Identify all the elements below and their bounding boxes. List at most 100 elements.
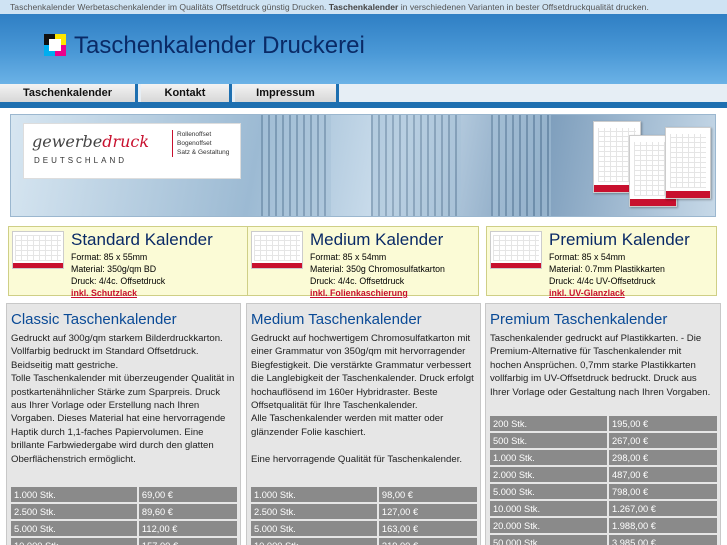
- brand-country: DEUTSCHLAND: [34, 156, 128, 165]
- price-quantity: 1.000 Stk.: [490, 450, 609, 465]
- price-amount: 298,00 €: [609, 450, 717, 465]
- price-quantity: 10.000 Stk.: [11, 538, 139, 545]
- price-amount: 112,00 €: [138, 521, 237, 536]
- medium-column: Medium Taschenkalender Gedruckt auf hoch…: [246, 303, 481, 545]
- offer-medium[interactable]: Medium Kalender Format: 85 x 54mm Materi…: [247, 226, 479, 298]
- site-header: Taschenkalender Druckerei: [0, 14, 727, 84]
- price-amount: 69,00 €: [138, 487, 237, 502]
- price-amount: 487,00 €: [609, 467, 717, 482]
- price-amount: 219,00 €: [378, 538, 477, 545]
- price-quantity: 2.500 Stk.: [251, 504, 379, 519]
- column-title: Classic Taschenkalender: [11, 311, 177, 328]
- price-amount: 1.988,00 €: [609, 518, 717, 533]
- price-quantity: 1.000 Stk.: [11, 487, 139, 502]
- banner-building-graphic: [261, 115, 331, 216]
- price-quantity: 1.000 Stk.: [251, 487, 379, 502]
- price-row: 10.000 Stk.219,00 €: [251, 538, 477, 545]
- price-amount: 3.985,00 €: [609, 535, 717, 545]
- price-table-body: 1.000 Stk. 98,00 € 2.500 Stk. 127,00 € 5.000…: [251, 487, 477, 545]
- offer-title[interactable]: Standard Kalender: [71, 230, 213, 250]
- nav-item-kontakt[interactable]: Kontakt: [141, 84, 232, 104]
- classic-column: Classic Taschenkalender Gedruckt auf 300…: [6, 303, 241, 545]
- price-row: 50.000 Stk. 3.985,00 €: [490, 535, 717, 545]
- price-row: 20.000 Stk. 1.988,00 €: [490, 518, 717, 533]
- offer-extra: inkl. UV-Glanzlack: [549, 288, 625, 298]
- price-amount: 163,00 €: [378, 521, 477, 536]
- top-tagline: Taschenkalender Werbetaschenkalender im …: [0, 0, 727, 14]
- brand-name: gewerbedruck: [32, 132, 150, 151]
- nav-item-taschenkalender[interactable]: Taschenkalender: [0, 84, 138, 104]
- price-quantity: 2.500 Stk.: [11, 504, 139, 519]
- price-row: 2.500 Stk. 89,60 €: [11, 504, 237, 519]
- offer-spec: Material: 0.7mm Plastikkarten: [549, 264, 665, 274]
- price-quantity: 10.000 Stk.: [490, 501, 609, 516]
- price-amount: 798,00 €: [609, 484, 717, 499]
- calendar-thumbnail: [490, 231, 542, 269]
- price-table-body: 200 Stk. 195,00 €500 Stk. 267,00 €1.000 St…: [490, 416, 717, 545]
- brand-logo: gewerbedruck DEUTSCHLAND Rollenoffset Bo…: [23, 123, 241, 179]
- price-quantity: 5.000 Stk.: [490, 484, 609, 499]
- price-row: 200 Stk. 195,00 €: [490, 416, 717, 431]
- price-row: 5.000 Stk. 112,00 €: [11, 521, 237, 536]
- price-amount: 89,60 €: [138, 504, 237, 519]
- tagline-text-end: in verschiedenen Varianten in bester Off…: [398, 2, 649, 12]
- price-quantity: 500 Stk.: [490, 433, 609, 448]
- price-row: 1.000 Stk. 98,00 €: [251, 487, 477, 502]
- price-quantity: 5.000 Stk.: [251, 521, 379, 536]
- offer-spec: Format: 85 x 54mm: [549, 252, 626, 262]
- cmyk-squares-icon: [44, 34, 66, 56]
- price-table: 1.000 Stk. 98,00 € 2.500 Stk. 127,00 € 5.000…: [251, 485, 477, 545]
- price-row: 10.000 Stk. 1.267,00 €: [490, 501, 717, 516]
- calendar-thumbnail: [12, 231, 64, 269]
- price-amount: 267,00 €: [609, 433, 717, 448]
- price-row: 5.000 Stk. 798,00 €: [490, 484, 717, 499]
- offer-spec: Druck: 4/4c. Offsetdruck: [310, 276, 405, 286]
- main-nav: Taschenkalender Kontakt Impressum: [0, 84, 727, 104]
- site-title[interactable]: Taschenkalender Druckerei: [74, 32, 365, 60]
- price-quantity: 20.000 Stk.: [490, 518, 609, 533]
- price-quantity: 50.000 Stk.: [490, 535, 609, 545]
- column-description: Taschenkalender gedruckt auf Plastikkart…: [490, 333, 711, 398]
- nav-item-impressum[interactable]: Impressum: [235, 84, 339, 104]
- price-row: 10.000 Stk.157,00 €: [11, 538, 237, 545]
- price-quantity: 10.000 Stk.: [251, 538, 379, 545]
- offer-spec: Druck: 4/4c. Offsetdruck: [71, 276, 166, 286]
- price-quantity: 2.000 Stk.: [490, 467, 609, 482]
- offer-spec: Material: 350g/qm BD: [71, 264, 157, 274]
- price-amount: 98,00 €: [378, 487, 477, 502]
- price-row: 2.500 Stk. 127,00 €: [251, 504, 477, 519]
- price-row: 5.000 Stk. 163,00 €: [251, 521, 477, 536]
- column-title: Medium Taschenkalender: [251, 311, 422, 328]
- offer-spec: Material: 350g Chromosulfatkarton: [310, 264, 445, 274]
- calendar-thumbnail: [251, 231, 303, 269]
- offer-extra: inkl. Folienkaschierung: [310, 288, 408, 298]
- offer-standard[interactable]: Standard Kalender Format: 85 x 55mm Mate…: [8, 226, 268, 298]
- offer-title[interactable]: Medium Kalender: [310, 230, 443, 250]
- column-description: Gedruckt auf hochwertigem Chromosulfatka…: [251, 333, 474, 465]
- banner: gewerbedruck DEUTSCHLAND Rollenoffset Bo…: [10, 114, 716, 217]
- price-table: 200 Stk. 195,00 €500 Stk. 267,00 €1.000 St…: [490, 414, 717, 545]
- offer-premium[interactable]: Premium Kalender Format: 85 x 54mm Mater…: [486, 226, 717, 298]
- price-amount: 127,00 €: [378, 504, 477, 519]
- tagline-text-bold: Taschenkalender: [328, 2, 399, 12]
- price-row: 2.000 Stk. 487,00 €: [490, 467, 717, 482]
- offer-extra: inkl. Schutzlack: [71, 288, 137, 298]
- price-row: 500 Stk. 267,00 €: [490, 433, 717, 448]
- price-row: 1.000 Stk. 69,00 €: [11, 487, 237, 502]
- price-amount: 195,00 €: [609, 416, 717, 431]
- offer-spec: Druck: 4/4c UV-Offsetdruck: [549, 276, 656, 286]
- price-quantity: 5.000 Stk.: [11, 521, 139, 536]
- tagline-text-start: Taschenkalender Werbetaschenkalender im …: [10, 2, 329, 12]
- price-amount: 1.267,00 €: [609, 501, 717, 516]
- column-description: Gedruckt auf 300g/qm starkem Bilderdruck…: [11, 333, 235, 465]
- premium-column: Premium Taschenkalender Taschenkalender …: [485, 303, 721, 545]
- calendar-image: [665, 127, 711, 199]
- price-row: 1.000 Stk. 298,00 €: [490, 450, 717, 465]
- brand-services: Rollenoffset Bogenoffset Satz & Gestaltu…: [172, 130, 229, 157]
- offer-spec: Format: 85 x 54mm: [310, 252, 387, 262]
- banner-building-graphic: [491, 115, 551, 216]
- column-title: Premium Taschenkalender: [490, 311, 668, 328]
- offer-spec: Format: 85 x 55mm: [71, 252, 148, 262]
- offer-title[interactable]: Premium Kalender: [549, 230, 690, 250]
- price-table-body: 1.000 Stk. 69,00 € 2.500 Stk. 89,60 € 5.000 …: [11, 487, 237, 545]
